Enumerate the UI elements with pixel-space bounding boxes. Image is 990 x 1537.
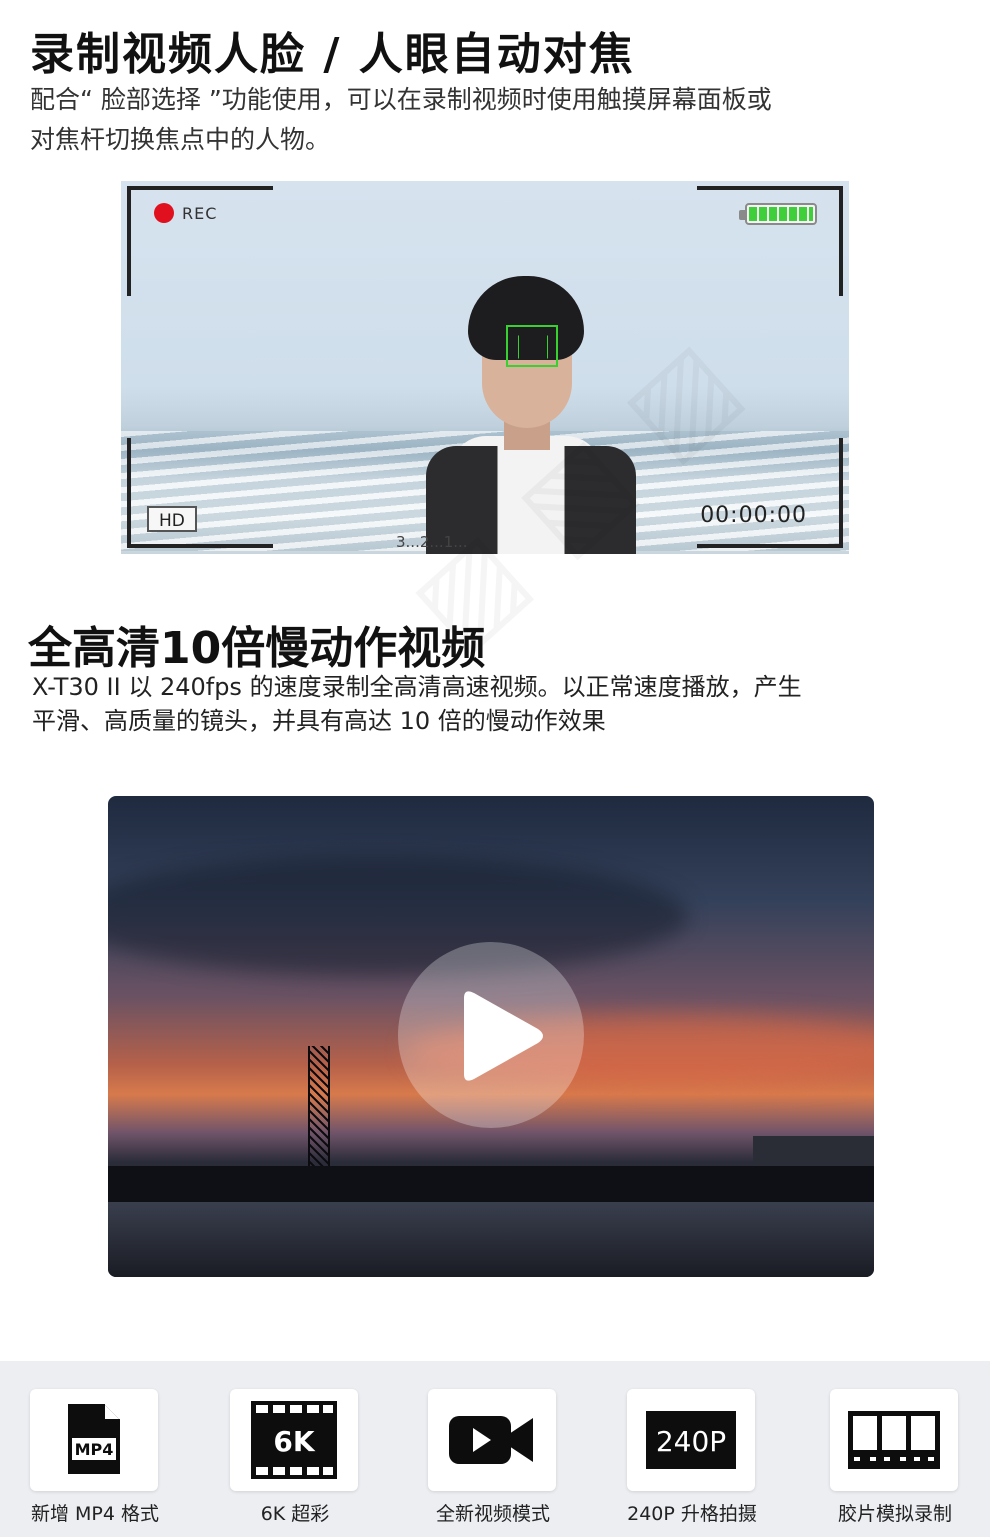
person-photo bbox=[426, 276, 656, 554]
mp4-glyph: MP4 bbox=[75, 1440, 114, 1459]
battery-icon bbox=[739, 203, 817, 225]
feature-6k: 6K 6K 超彩 bbox=[230, 1389, 360, 1526]
film-strip-icon bbox=[848, 1411, 940, 1469]
rec-label: REC bbox=[182, 203, 218, 223]
play-button[interactable] bbox=[398, 942, 584, 1128]
feature-label: 全新视频模式 bbox=[435, 1503, 550, 1525]
lake-water bbox=[108, 1202, 874, 1277]
countdown-text: 3...2...1... bbox=[396, 533, 468, 551]
power-tower-silhouette bbox=[308, 1046, 330, 1172]
6k-glyph: 6K bbox=[273, 1425, 315, 1458]
section-desc-slow-motion: X-T30 II 以 240fps 的速度录制全高清高速视频。以正常速度播放，产… bbox=[32, 673, 802, 735]
feature-card: 240P bbox=[627, 1389, 755, 1491]
feature-video-mode: 全新视频模式 bbox=[428, 1389, 558, 1526]
play-icon bbox=[464, 991, 543, 1081]
feature-240p: 240P 240P 升格拍摄 bbox=[627, 1389, 757, 1526]
section-title-face-detect: 录制视频人脸 / 人眼自动对焦 bbox=[30, 29, 635, 80]
timecode: 00:00:00 bbox=[700, 503, 807, 528]
feature-label: 胶片模拟录制 bbox=[837, 1503, 952, 1525]
record-dot-icon bbox=[154, 203, 174, 223]
slow-motion-video-player[interactable] bbox=[108, 796, 874, 1277]
240p-icon: 240P bbox=[646, 1411, 736, 1469]
rec-indicator: REC bbox=[154, 203, 217, 223]
mp4-file-icon: MP4 bbox=[68, 1404, 120, 1474]
camera-viewfinder-image: REC HD 00:00:00 3...2...1... bbox=[121, 181, 849, 554]
feature-strip: MP4 新增 MP4 格式 6K 6K 超彩 全新视频模式 240P 240P … bbox=[0, 1361, 990, 1537]
section-desc-face-detect: 配合“ 脸部选择 ”功能使用，可以在录制视频时使用触摸屏幕面板或对焦杆切换焦点中… bbox=[30, 85, 772, 154]
battery-level-fill bbox=[749, 207, 813, 221]
film-6k-icon: 6K bbox=[251, 1401, 337, 1479]
frame-corner-bottom-right bbox=[697, 438, 843, 548]
face-focus-box bbox=[506, 325, 558, 367]
240p-glyph: 240P bbox=[656, 1425, 726, 1458]
feature-label: 6K 超彩 bbox=[260, 1503, 330, 1525]
feature-card: MP4 bbox=[30, 1389, 158, 1491]
section-title-slow-motion: 全高清10倍慢动作视频 bbox=[28, 623, 486, 674]
video-camera-icon bbox=[449, 1416, 533, 1464]
feature-card: 6K bbox=[230, 1389, 358, 1491]
hd-badge: HD bbox=[147, 506, 197, 532]
feature-film-simulation: 胶片模拟录制 bbox=[830, 1389, 960, 1526]
feature-mp4: MP4 新增 MP4 格式 bbox=[30, 1389, 160, 1526]
shoreline-silhouette bbox=[108, 1166, 874, 1202]
feature-card bbox=[830, 1389, 958, 1491]
feature-card bbox=[428, 1389, 556, 1491]
feature-label: 240P 升格拍摄 bbox=[627, 1503, 757, 1525]
feature-label: 新增 MP4 格式 bbox=[30, 1503, 160, 1525]
